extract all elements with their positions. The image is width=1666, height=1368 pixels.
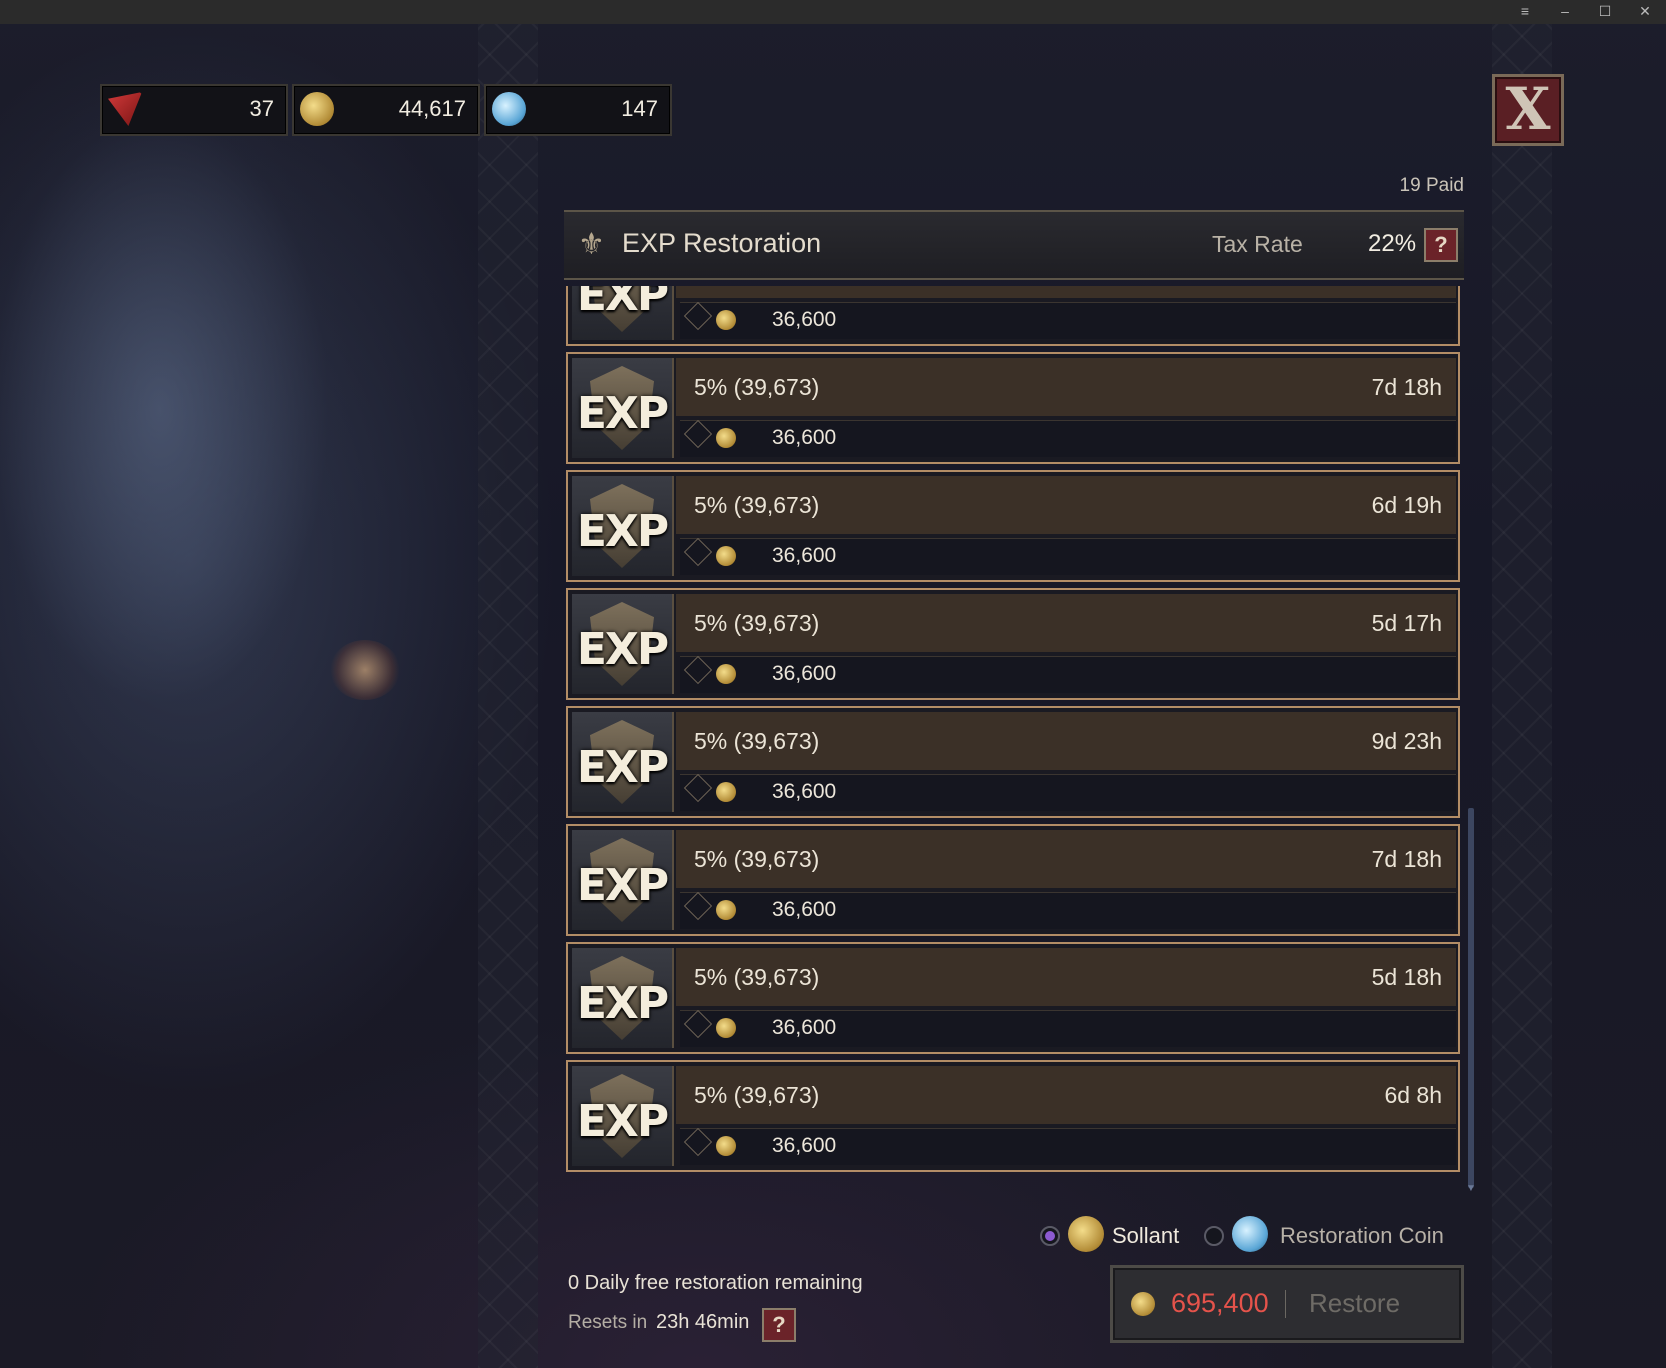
entry-cost: 36,600 xyxy=(772,662,837,685)
entry-cost: 36,600 xyxy=(772,1134,837,1157)
exp-emblem-text: EXP xyxy=(576,978,669,1029)
fleur-de-lis-icon: ⚜ xyxy=(578,228,605,261)
sollant-coin-icon xyxy=(716,310,736,330)
window-close-button[interactable]: ✕ xyxy=(1628,0,1662,24)
exp-emblem-text: EXP xyxy=(576,742,669,793)
entry-time-remaining: 5d 18h xyxy=(1371,964,1442,990)
sollant-coin-icon xyxy=(716,1136,736,1156)
restoration-coins-icon xyxy=(1232,1216,1268,1252)
entry-exp-percent: 5% (39,673) xyxy=(694,1082,820,1108)
close-button[interactable]: X xyxy=(1492,74,1564,146)
sollant-coin-icon xyxy=(1131,1292,1155,1316)
exp-emblem-icon: EXP xyxy=(572,476,674,576)
exp-emblem-icon: EXP xyxy=(572,948,674,1048)
currency-ruby: 37 xyxy=(100,84,288,136)
currency-sollant-value: 44,617 xyxy=(398,96,466,121)
currency-restoration-coin: 147 xyxy=(484,84,672,136)
sollant-coin-icon xyxy=(716,782,736,802)
entry-time-remaining: 9d 23h xyxy=(1371,728,1442,754)
entry-time-remaining: 5d 17h xyxy=(1371,610,1442,636)
sollant-coin-icon xyxy=(716,428,736,448)
restore-button[interactable]: 695,400 Restore xyxy=(1110,1265,1464,1343)
restore-label: Restore xyxy=(1309,1288,1401,1318)
entry-exp-percent: 5% (39,673) xyxy=(694,846,820,872)
entry-time-remaining: 7d 18h xyxy=(1371,374,1442,400)
tax-rate-label: Tax Rate xyxy=(1212,231,1303,257)
sollant-coin-icon xyxy=(716,900,736,920)
divider xyxy=(1285,1290,1286,1318)
currency-restoration-value: 147 xyxy=(621,96,658,121)
right-pillar xyxy=(1492,24,1552,1368)
panel-title: EXP Restoration xyxy=(622,228,822,258)
entry-exp-percent: 5% (39,673) xyxy=(694,728,820,754)
exp-emblem-icon: EXP xyxy=(572,1066,674,1166)
menu-icon[interactable]: ≡ xyxy=(1508,0,1542,24)
entry-time-remaining: 7d 18h xyxy=(1371,846,1442,872)
exp-emblem-icon: EXP xyxy=(572,712,674,812)
exp-emblem-text: EXP xyxy=(576,624,669,675)
sollant-radio[interactable] xyxy=(1040,1226,1060,1246)
maximize-button[interactable]: ☐ xyxy=(1588,0,1622,24)
paid-count: 19 Paid xyxy=(1399,175,1464,196)
exp-emblem-text: EXP xyxy=(576,388,669,439)
restoration-entry[interactable]: EXP 5% (39,673) 6d 19h 36,600 xyxy=(566,470,1460,582)
window-title-bar: ≡ – ☐ ✕ xyxy=(0,0,1666,24)
tax-help-button[interactable]: ? xyxy=(1424,228,1458,262)
currency-ruby-value: 37 xyxy=(249,96,274,121)
entry-cost: 36,600 xyxy=(772,898,837,921)
exp-emblem-icon: EXP xyxy=(572,358,674,458)
restoration-entry[interactable]: EXP 5% (39,673) 6d 8h 36,600 xyxy=(566,1060,1460,1172)
entry-cost: 36,600 xyxy=(772,426,837,449)
restoration-entry[interactable]: EXP5% (39,673)6d 7h36,600 xyxy=(566,286,1460,346)
currency-sollant: 44,617 xyxy=(292,84,480,136)
scrollbar[interactable] xyxy=(1468,808,1474,1188)
restore-total-cost: 695,400 xyxy=(1171,1288,1269,1318)
restoration-coin-radio[interactable] xyxy=(1204,1226,1224,1246)
entry-time-remaining: 6d 19h xyxy=(1371,492,1442,518)
restoration-entry[interactable]: EXP 5% (39,673) 7d 18h 36,600 xyxy=(566,824,1460,936)
restoration-entry[interactable]: EXP 5% (39,673) 9d 23h 36,600 xyxy=(566,706,1460,818)
sollant-coin-icon xyxy=(716,664,736,684)
sollant-coin-icon xyxy=(716,546,736,566)
exp-emblem-text: EXP xyxy=(576,1096,669,1147)
sollant-coins-icon xyxy=(1068,1216,1104,1252)
exp-emblem-text: EXP xyxy=(576,860,669,911)
scroll-down-icon[interactable]: ▼ xyxy=(1466,1184,1476,1194)
statue-background xyxy=(0,30,520,850)
exp-emblem-icon: EXP xyxy=(572,830,674,930)
entry-time-remaining: 6d 8h xyxy=(1384,1082,1442,1108)
entry-exp-percent: 5% (39,673) xyxy=(694,964,820,990)
entry-exp-percent: 5% (39,673) xyxy=(694,492,820,518)
entry-cost: 36,600 xyxy=(772,780,837,803)
entry-info-band xyxy=(676,286,1456,298)
exp-emblem-icon: EXP xyxy=(572,286,674,340)
sollant-coin-icon xyxy=(716,1018,736,1038)
sollant-coin-icon xyxy=(300,92,334,126)
entry-cost: 36,600 xyxy=(772,308,837,331)
entry-exp-percent: 5% (39,673) xyxy=(694,610,820,636)
entry-exp-percent: 5% (39,673) xyxy=(694,374,820,400)
reset-help-button[interactable]: ? xyxy=(762,1308,796,1342)
panel-header: ⚜ EXP Restoration Tax Rate 22% ? xyxy=(564,210,1464,280)
daily-free-remaining: 0 Daily free restoration remaining xyxy=(568,1272,863,1294)
restoration-entry[interactable]: EXP 5% (39,673) 5d 18h 36,600 xyxy=(566,942,1460,1054)
restoration-list[interactable]: EXP5% (39,673)6d 7h36,600EXP5% (39,673)7… xyxy=(566,286,1462,1198)
exp-emblem-text: EXP xyxy=(576,286,669,321)
exp-emblem-text: EXP xyxy=(576,506,669,557)
restoration-coin-icon xyxy=(492,92,526,126)
left-pillar xyxy=(478,24,538,1368)
minimize-button[interactable]: – xyxy=(1548,0,1582,24)
restoration-coin-label[interactable]: Restoration Coin xyxy=(1280,1223,1444,1249)
ruby-crest-icon xyxy=(108,92,142,126)
sollant-label[interactable]: Sollant xyxy=(1112,1223,1179,1249)
brazier-flame xyxy=(330,640,400,700)
restoration-entry[interactable]: EXP 5% (39,673) 7d 18h 36,600 xyxy=(566,352,1460,464)
entry-cost: 36,600 xyxy=(772,544,837,567)
restoration-entry[interactable]: EXP 5% (39,673) 5d 17h 36,600 xyxy=(566,588,1460,700)
reset-timer: 23h 46min xyxy=(656,1311,750,1333)
reset-label: Resets in xyxy=(568,1312,648,1333)
entry-cost: 36,600 xyxy=(772,1016,837,1039)
exp-emblem-icon: EXP xyxy=(572,594,674,694)
tax-rate-value: 22% xyxy=(1368,230,1417,257)
